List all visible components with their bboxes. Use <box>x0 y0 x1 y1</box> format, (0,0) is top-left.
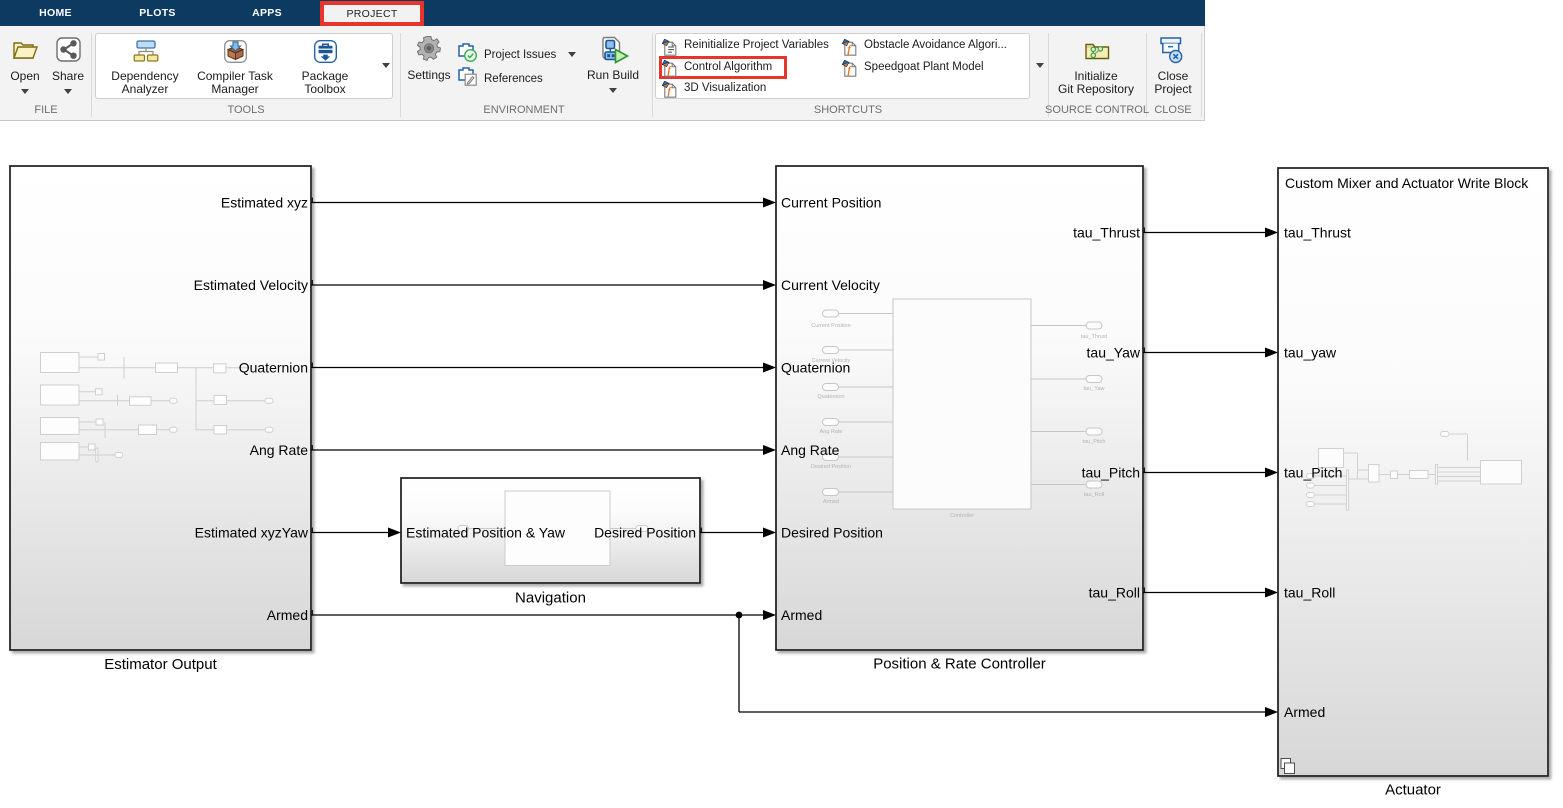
svg-text:Armed: Armed <box>823 499 839 505</box>
svg-text:tau_Pitch: tau_Pitch <box>1083 439 1106 445</box>
svg-text:Quaternion: Quaternion <box>817 394 844 400</box>
svg-text:tau_Pitch: tau_Pitch <box>1082 465 1140 481</box>
svg-text:Ang Rate: Ang Rate <box>820 429 843 435</box>
svg-text:tau_Roll: tau_Roll <box>1084 492 1104 498</box>
svg-text:tau_Roll: tau_Roll <box>1089 585 1140 601</box>
svg-text:Current Position: Current Position <box>811 323 850 329</box>
svg-text:tau_Yaw: tau_Yaw <box>1084 386 1105 392</box>
svg-text:Navigation: Navigation <box>515 590 586 607</box>
svg-text:tau_yaw: tau_yaw <box>1284 345 1337 361</box>
svg-text:tau_Yaw: tau_Yaw <box>1087 345 1141 361</box>
svg-text:Actuator: Actuator <box>1385 782 1441 799</box>
svg-text:Estimator Output: Estimator Output <box>104 656 217 673</box>
svg-text:Estimated xyz: Estimated xyz <box>221 195 308 211</box>
svg-text:Desired Position: Desired Position <box>811 464 851 470</box>
svg-text:Quaternion: Quaternion <box>781 360 850 376</box>
svg-text:Armed: Armed <box>267 607 308 623</box>
svg-text:Estimated Position & Yaw: Estimated Position & Yaw <box>406 525 566 541</box>
svg-text:tau_Roll: tau_Roll <box>1284 585 1335 601</box>
svg-text:Desired Position: Desired Position <box>594 525 696 541</box>
svg-text:Ang Rate: Ang Rate <box>250 442 309 458</box>
svg-text:tau_Pitch: tau_Pitch <box>1284 465 1342 481</box>
svg-text:Current Position: Current Position <box>781 195 881 211</box>
svg-text:Estimated xyzYaw: Estimated xyzYaw <box>195 525 309 541</box>
svg-text:Current Velocity: Current Velocity <box>781 277 880 293</box>
svg-text:tau_Thrust: tau_Thrust <box>1284 225 1351 241</box>
svg-text:Estimated Velocity: Estimated Velocity <box>194 277 308 293</box>
svg-text:tau_Thrust: tau_Thrust <box>1073 225 1140 241</box>
svg-text:Armed: Armed <box>1284 704 1325 720</box>
svg-text:Armed: Armed <box>781 607 822 623</box>
svg-text:tau_Thrust: tau_Thrust <box>1081 334 1108 340</box>
svg-text:Desired Position: Desired Position <box>781 525 883 541</box>
svg-text:Quaternion: Quaternion <box>239 360 308 376</box>
svg-text:Controller: Controller <box>950 513 974 519</box>
svg-text:Position & Rate Controller: Position & Rate Controller <box>873 656 1046 673</box>
svg-text:Custom Mixer and Actuator Writ: Custom Mixer and Actuator Write Block <box>1285 175 1529 191</box>
svg-text:Ang Rate: Ang Rate <box>781 442 840 458</box>
